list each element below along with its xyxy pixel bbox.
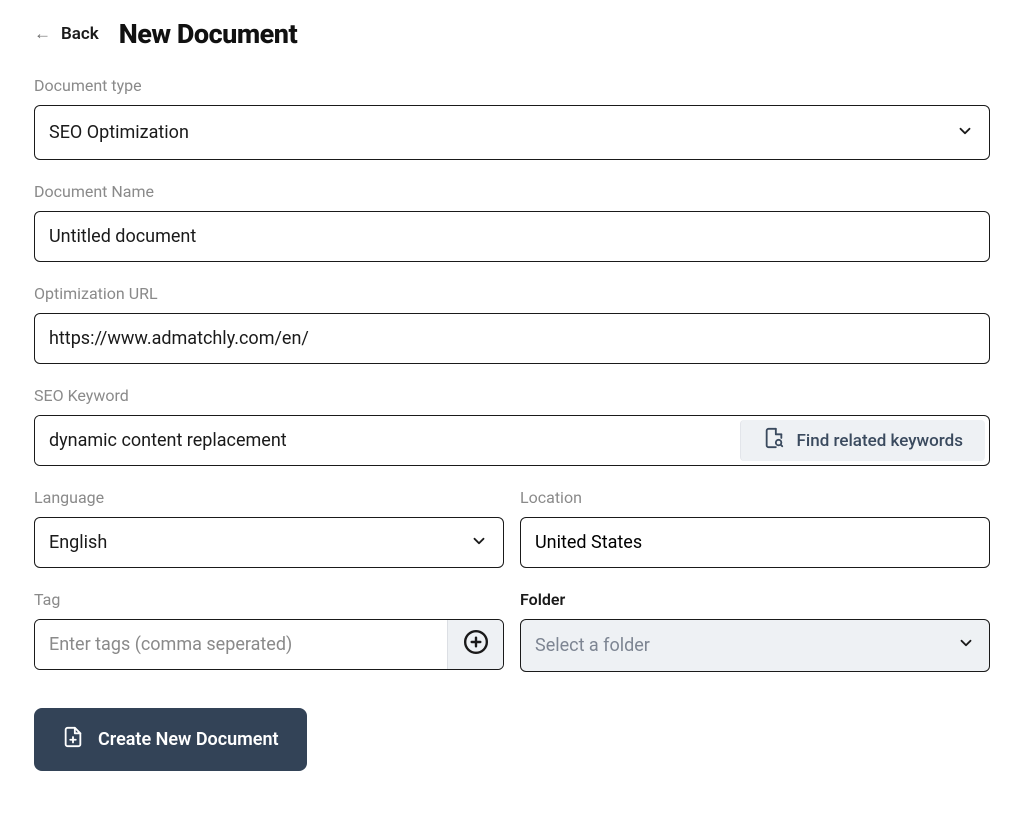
tag-group: Tag xyxy=(34,590,504,672)
chevron-down-icon xyxy=(957,634,975,657)
add-tag-button[interactable] xyxy=(447,620,503,669)
seo-keyword-input-wrap: Find related keywords xyxy=(34,415,990,466)
tag-input-wrap xyxy=(34,619,504,670)
location-input[interactable] xyxy=(520,517,990,568)
folder-label: Folder xyxy=(520,590,990,609)
language-label: Language xyxy=(34,488,504,507)
tag-label: Tag xyxy=(34,590,504,609)
document-type-group: Document type SEO Optimization xyxy=(34,76,990,160)
tag-input[interactable] xyxy=(35,620,447,669)
find-related-keywords-label: Find related keywords xyxy=(797,431,963,451)
page-title: New Document xyxy=(119,18,297,50)
back-button[interactable]: ← Back xyxy=(34,24,99,44)
optimization-url-label: Optimization URL xyxy=(34,284,990,303)
file-plus-icon xyxy=(62,726,84,753)
back-label: Back xyxy=(61,24,99,44)
location-group: Location xyxy=(520,488,990,568)
folder-select[interactable]: Select a folder xyxy=(520,619,990,672)
plus-circle-icon xyxy=(463,629,489,660)
optimization-url-group: Optimization URL xyxy=(34,284,990,364)
file-search-icon xyxy=(763,427,785,454)
folder-group: Folder Select a folder xyxy=(520,590,990,672)
optimization-url-input[interactable] xyxy=(34,313,990,364)
header-row: ← Back New Document xyxy=(34,18,990,50)
document-type-select[interactable]: SEO Optimization xyxy=(34,105,990,160)
arrow-left-icon: ← xyxy=(34,26,51,43)
location-label: Location xyxy=(520,488,990,507)
seo-keyword-group: SEO Keyword Find related keywords xyxy=(34,386,990,466)
document-type-select-wrap: SEO Optimization xyxy=(34,105,990,160)
language-location-row: Language English Location xyxy=(34,488,990,590)
document-type-label: Document type xyxy=(34,76,990,95)
seo-keyword-input[interactable] xyxy=(35,416,740,465)
document-name-input[interactable] xyxy=(34,211,990,262)
find-related-keywords-button[interactable]: Find related keywords xyxy=(740,420,985,461)
language-group: Language English xyxy=(34,488,504,568)
create-new-document-label: Create New Document xyxy=(98,729,279,750)
document-name-group: Document Name xyxy=(34,182,990,262)
tag-folder-row: Tag Folder Select a folder xyxy=(34,590,990,694)
document-name-label: Document Name xyxy=(34,182,990,201)
create-new-document-button[interactable]: Create New Document xyxy=(34,708,307,771)
language-select-wrap: English xyxy=(34,517,504,568)
folder-placeholder: Select a folder xyxy=(535,635,650,656)
new-document-form: Document type SEO Optimization Document … xyxy=(34,76,990,771)
language-select[interactable]: English xyxy=(34,517,504,568)
seo-keyword-label: SEO Keyword xyxy=(34,386,990,405)
